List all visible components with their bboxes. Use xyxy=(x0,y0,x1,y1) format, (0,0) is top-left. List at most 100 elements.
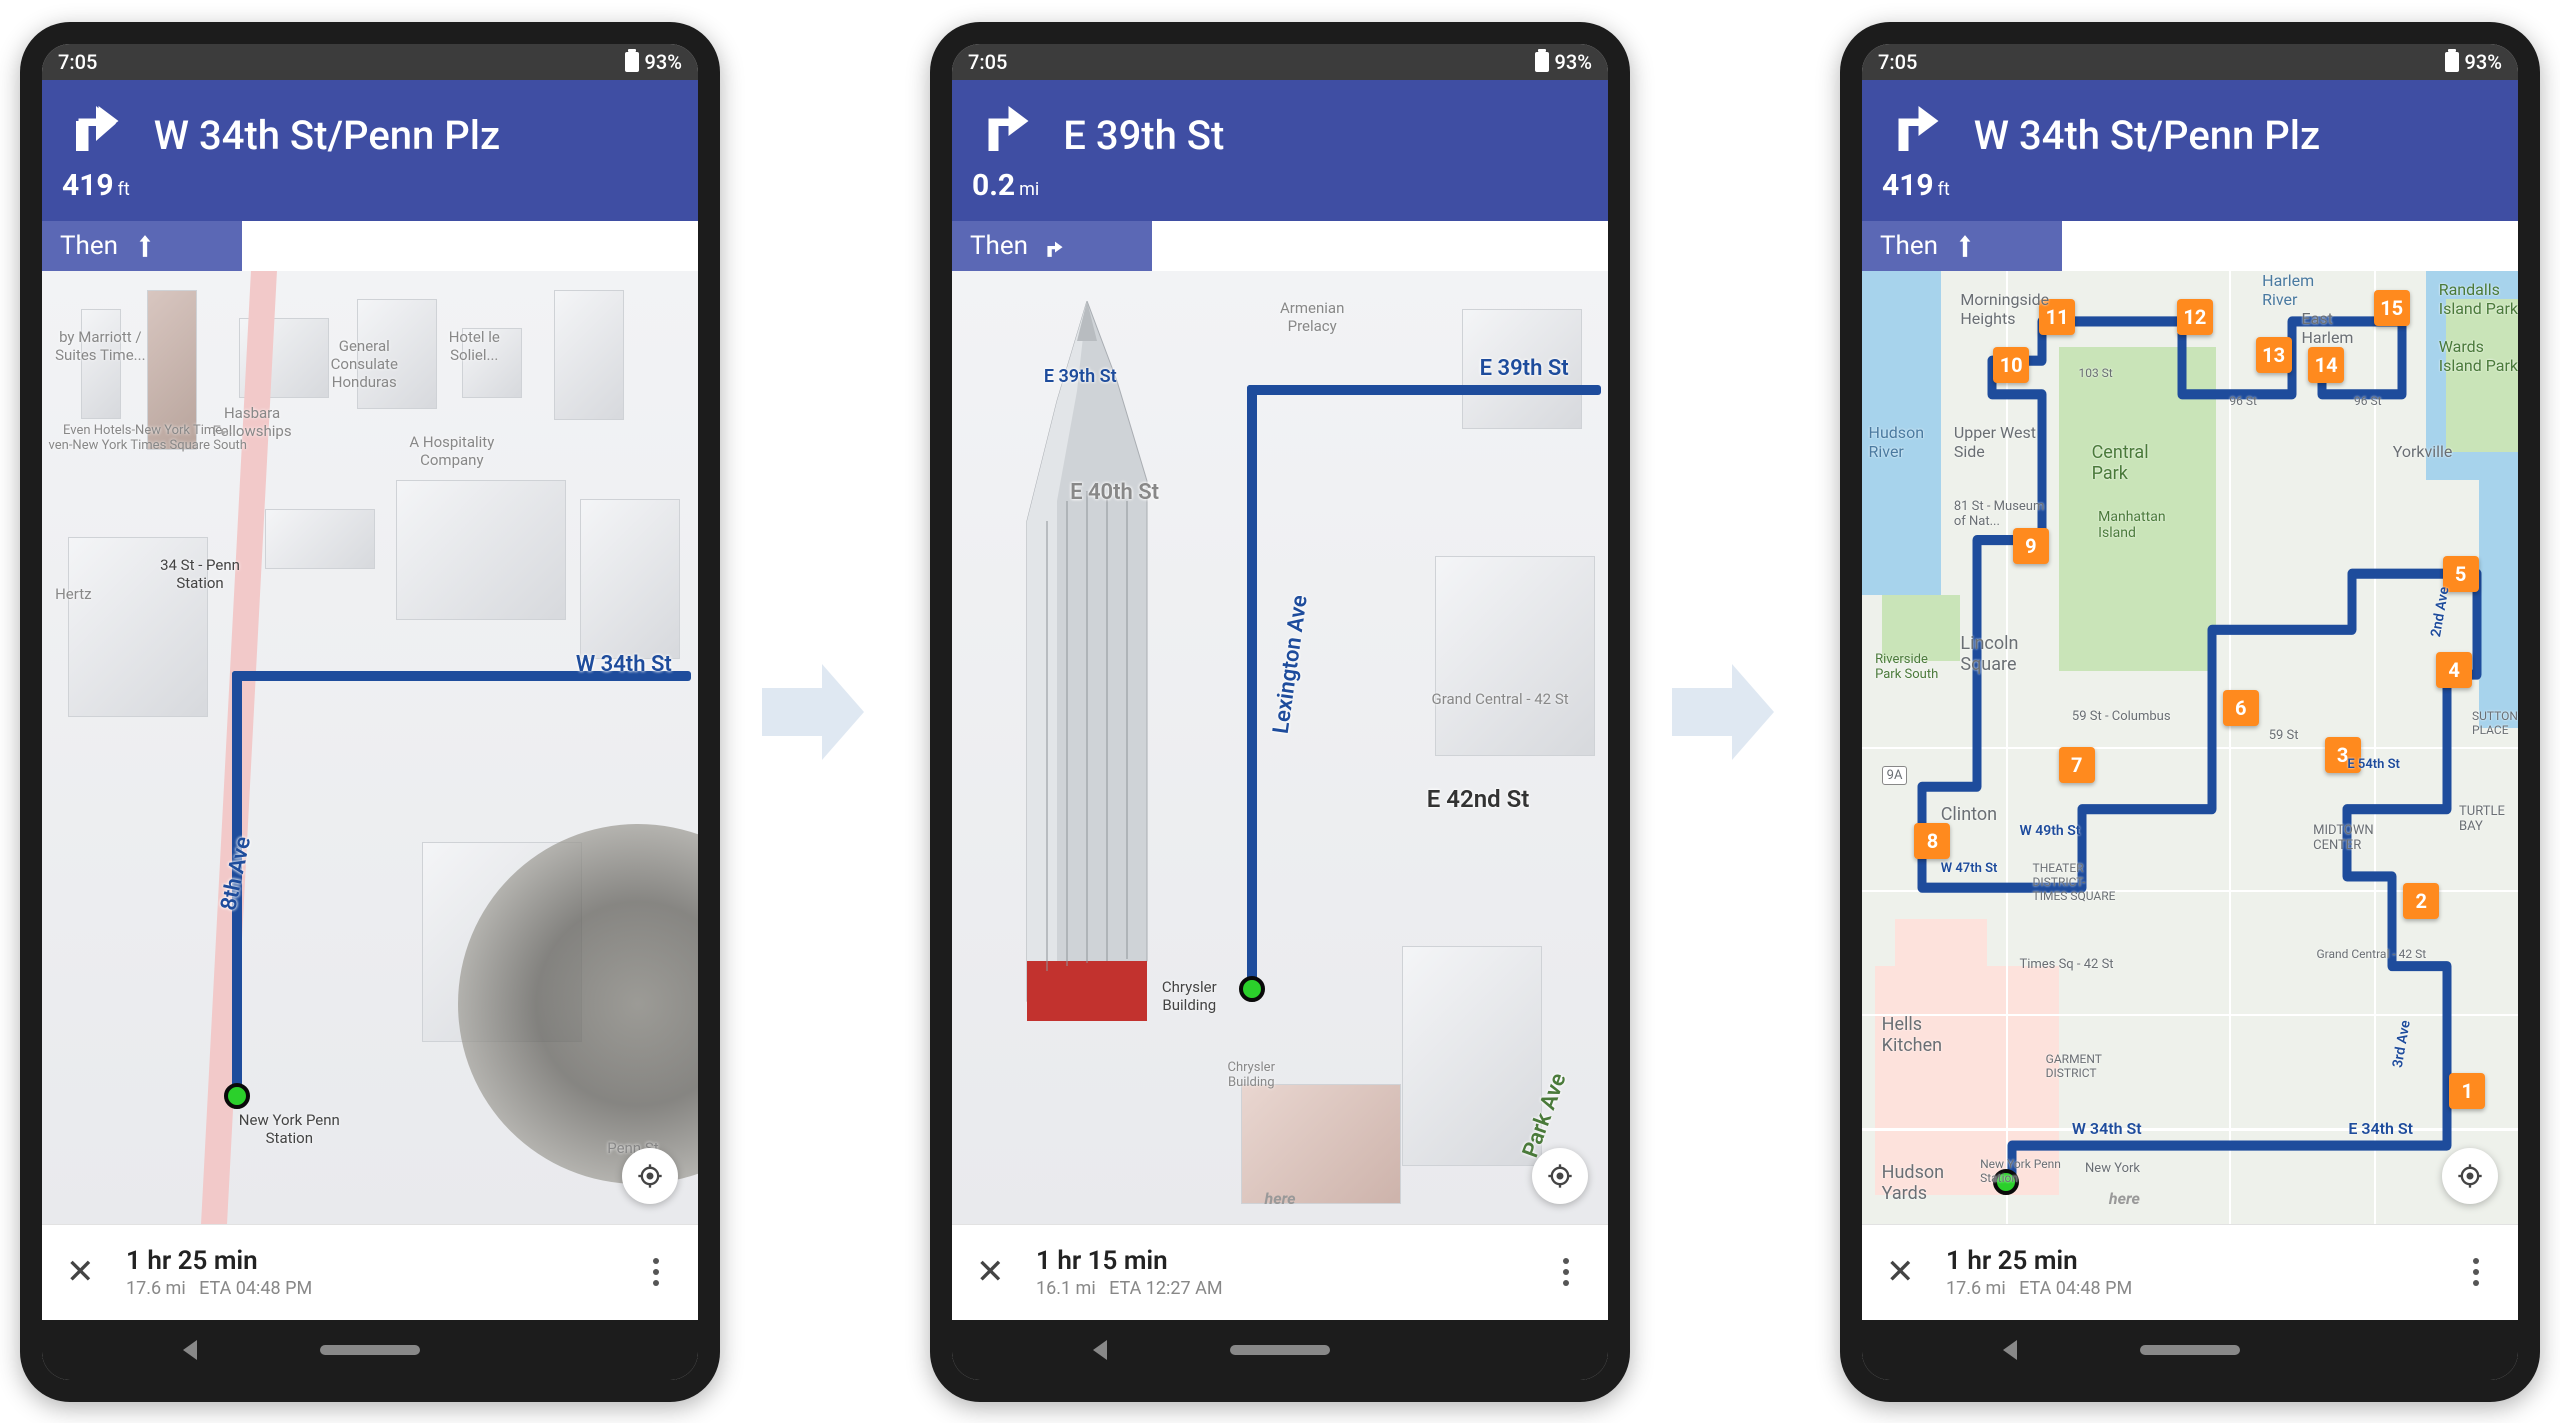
phone-frame-3: 7:05 93% 419 ft W 34th St/Penn Plz Then xyxy=(1840,22,2540,1402)
waypoint-1[interactable]: 1 xyxy=(2449,1073,2485,1109)
street-name: W 34th St/Penn Plz xyxy=(154,112,500,159)
lbl-96: 96 St xyxy=(2229,394,2257,408)
lbl-sutton: SUTTON PLACE xyxy=(2472,709,2518,737)
then-label: Then xyxy=(970,231,1028,261)
lbl-theater: THEATER DISTRICT- TIMES SQUARE xyxy=(2033,861,2116,903)
waypoint-6[interactable]: 6 xyxy=(2223,690,2259,726)
status-battery: 93% xyxy=(645,50,682,74)
poi-chrysler2: Chrysler Building xyxy=(1228,1060,1275,1090)
nav-header[interactable]: 419 ft W 34th St/Penn Plz xyxy=(1862,80,2518,221)
trip-time: 1 hr 25 min xyxy=(1946,1246,2458,1276)
waypoint-10[interactable]: 10 xyxy=(1993,347,2029,383)
lbl-hells: Hells Kitchen xyxy=(1882,1014,1942,1056)
recenter-button[interactable] xyxy=(2442,1148,2498,1204)
lbl-riverside: Riverside Park South xyxy=(1875,652,1938,682)
trip-distance: 16.1 mi xyxy=(1036,1278,1096,1299)
recenter-button[interactable] xyxy=(622,1148,678,1204)
then-bar[interactable]: Then xyxy=(42,221,242,271)
waypoint-4[interactable]: 4 xyxy=(2436,652,2472,688)
lbl-col59: 59 St - Columbus xyxy=(2072,709,2171,724)
lbl-cpark: Central Park xyxy=(2092,442,2149,484)
screen-2: 7:05 93% 0.2 mi E 39th St Then xyxy=(952,44,1608,1380)
bottom-bar: ✕ 1 hr 25 min 17.6 mi ETA 04:48 PM xyxy=(1862,1224,2518,1320)
lbl-w49: W 49th St xyxy=(2019,823,2080,839)
straight-icon xyxy=(1952,233,1978,259)
current-location-marker xyxy=(224,1083,250,1109)
status-bar: 7:05 93% xyxy=(952,44,1608,80)
waypoint-12[interactable]: 12 xyxy=(2177,299,2213,335)
android-home-button[interactable] xyxy=(1230,1345,1330,1355)
street-name: W 34th St/Penn Plz xyxy=(1974,112,2320,159)
lbl-59: 59 St xyxy=(2269,728,2299,743)
android-nav-bar xyxy=(952,1320,1608,1380)
more-button[interactable] xyxy=(1548,1258,1584,1286)
waypoint-2[interactable]: 2 xyxy=(2403,883,2439,919)
status-time: 7:05 xyxy=(1878,50,1917,74)
turn-right-icon xyxy=(66,96,126,160)
lbl-nypenn: New York Penn Station xyxy=(1980,1157,2061,1185)
lbl-garment: GARMENT DISTRICT xyxy=(2046,1052,2102,1080)
battery-icon xyxy=(625,52,639,72)
android-back-button[interactable] xyxy=(183,1340,197,1360)
lbl-hudson: Hudson River xyxy=(1869,423,1924,461)
more-button[interactable] xyxy=(638,1258,674,1286)
map-view[interactable]: E 39th St E 39th St E 40th St E 42nd St … xyxy=(952,271,1608,1224)
poi-hosp: A Hospitality Company xyxy=(409,433,494,469)
turn-right-icon xyxy=(1042,233,1068,259)
flow-arrow-1 xyxy=(750,652,870,772)
nav-header[interactable]: 419 ft W 34th St/Penn Plz xyxy=(42,80,698,221)
android-home-button[interactable] xyxy=(320,1345,420,1355)
android-back-button[interactable] xyxy=(2003,1340,2017,1360)
nav-header[interactable]: 0.2 mi E 39th St xyxy=(952,80,1608,221)
here-attribution: here xyxy=(1265,1189,1296,1208)
map-view[interactable]: 1 2 3 4 5 6 7 8 9 10 11 12 13 14 15 Huds… xyxy=(1862,271,2518,1224)
trip-distance: 17.6 mi xyxy=(1946,1278,2006,1299)
poi-armenian: Armenian Prelacy xyxy=(1280,299,1344,335)
lbl-turtle: TURTLE BAY xyxy=(2459,804,2505,834)
waypoint-7[interactable]: 7 xyxy=(2059,747,2095,783)
distance-value: 419 xyxy=(62,168,114,203)
close-button[interactable]: ✕ xyxy=(976,1252,1016,1292)
label-lex: Lexington Ave xyxy=(1269,593,1313,735)
then-bar[interactable]: Then xyxy=(952,221,1152,271)
phone-frame-2: 7:05 93% 0.2 mi E 39th St Then xyxy=(930,22,1630,1402)
poi-hertz: Hertz xyxy=(55,585,91,603)
poi-gct: Grand Central - 42 St xyxy=(1432,690,1569,708)
waypoint-14[interactable]: 14 xyxy=(2308,347,2344,383)
android-back-button[interactable] xyxy=(1093,1340,1107,1360)
lbl-ny: New York xyxy=(2085,1161,2140,1176)
recenter-button[interactable] xyxy=(1532,1148,1588,1204)
distance-unit: ft xyxy=(1938,179,1950,200)
more-button[interactable] xyxy=(2458,1258,2494,1286)
distance-unit: mi xyxy=(1019,179,1039,200)
lbl-lincoln: Lincoln Square xyxy=(1960,633,2018,675)
bottom-bar: ✕ 1 hr 15 min 16.1 mi ETA 12:27 AM xyxy=(952,1224,1608,1320)
waypoint-13[interactable]: 13 xyxy=(2256,337,2292,373)
street-label-w34: W 34th St xyxy=(576,652,672,677)
status-bar: 7:05 93% xyxy=(1862,44,2518,80)
screen-3: 7:05 93% 419 ft W 34th St/Penn Plz Then xyxy=(1862,44,2518,1380)
waypoint-8[interactable]: 8 xyxy=(1914,823,1950,859)
lbl-e54: E 54th St xyxy=(2347,757,2400,772)
close-button[interactable]: ✕ xyxy=(66,1252,106,1292)
poi-marriott: by Marriott / Suites Time... xyxy=(55,328,145,364)
lbl-9a: 9A xyxy=(1882,766,1908,785)
chrysler-building-3d xyxy=(987,301,1187,1041)
map-view[interactable]: W 34th St 8th Ave 34 St - Penn Station N… xyxy=(42,271,698,1224)
lbl-103: 103 St xyxy=(2078,366,2112,380)
here-attribution: here xyxy=(2109,1189,2140,1208)
screen-1: 7:05 93% 419 ft W 34th St/Penn Plz Then xyxy=(42,44,698,1380)
then-bar[interactable]: Then xyxy=(1862,221,2062,271)
waypoint-9[interactable]: 9 xyxy=(2013,528,2049,564)
poi-penn-station: 34 St - Penn Station xyxy=(160,556,240,592)
poi-hotel: Hotel le Soliel... xyxy=(449,328,500,364)
lbl-times42: Times Sq - 42 St xyxy=(2019,957,2113,972)
android-home-button[interactable] xyxy=(2140,1345,2240,1355)
battery-icon xyxy=(2445,52,2459,72)
lbl-harlem: Harlem River xyxy=(2262,271,2314,309)
straight-icon xyxy=(132,233,158,259)
close-button[interactable]: ✕ xyxy=(1886,1252,1926,1292)
waypoint-15[interactable]: 15 xyxy=(2374,290,2410,326)
lbl-e34: E 34th St xyxy=(2348,1119,2413,1138)
lbl-w34: W 34th St xyxy=(2072,1119,2142,1138)
